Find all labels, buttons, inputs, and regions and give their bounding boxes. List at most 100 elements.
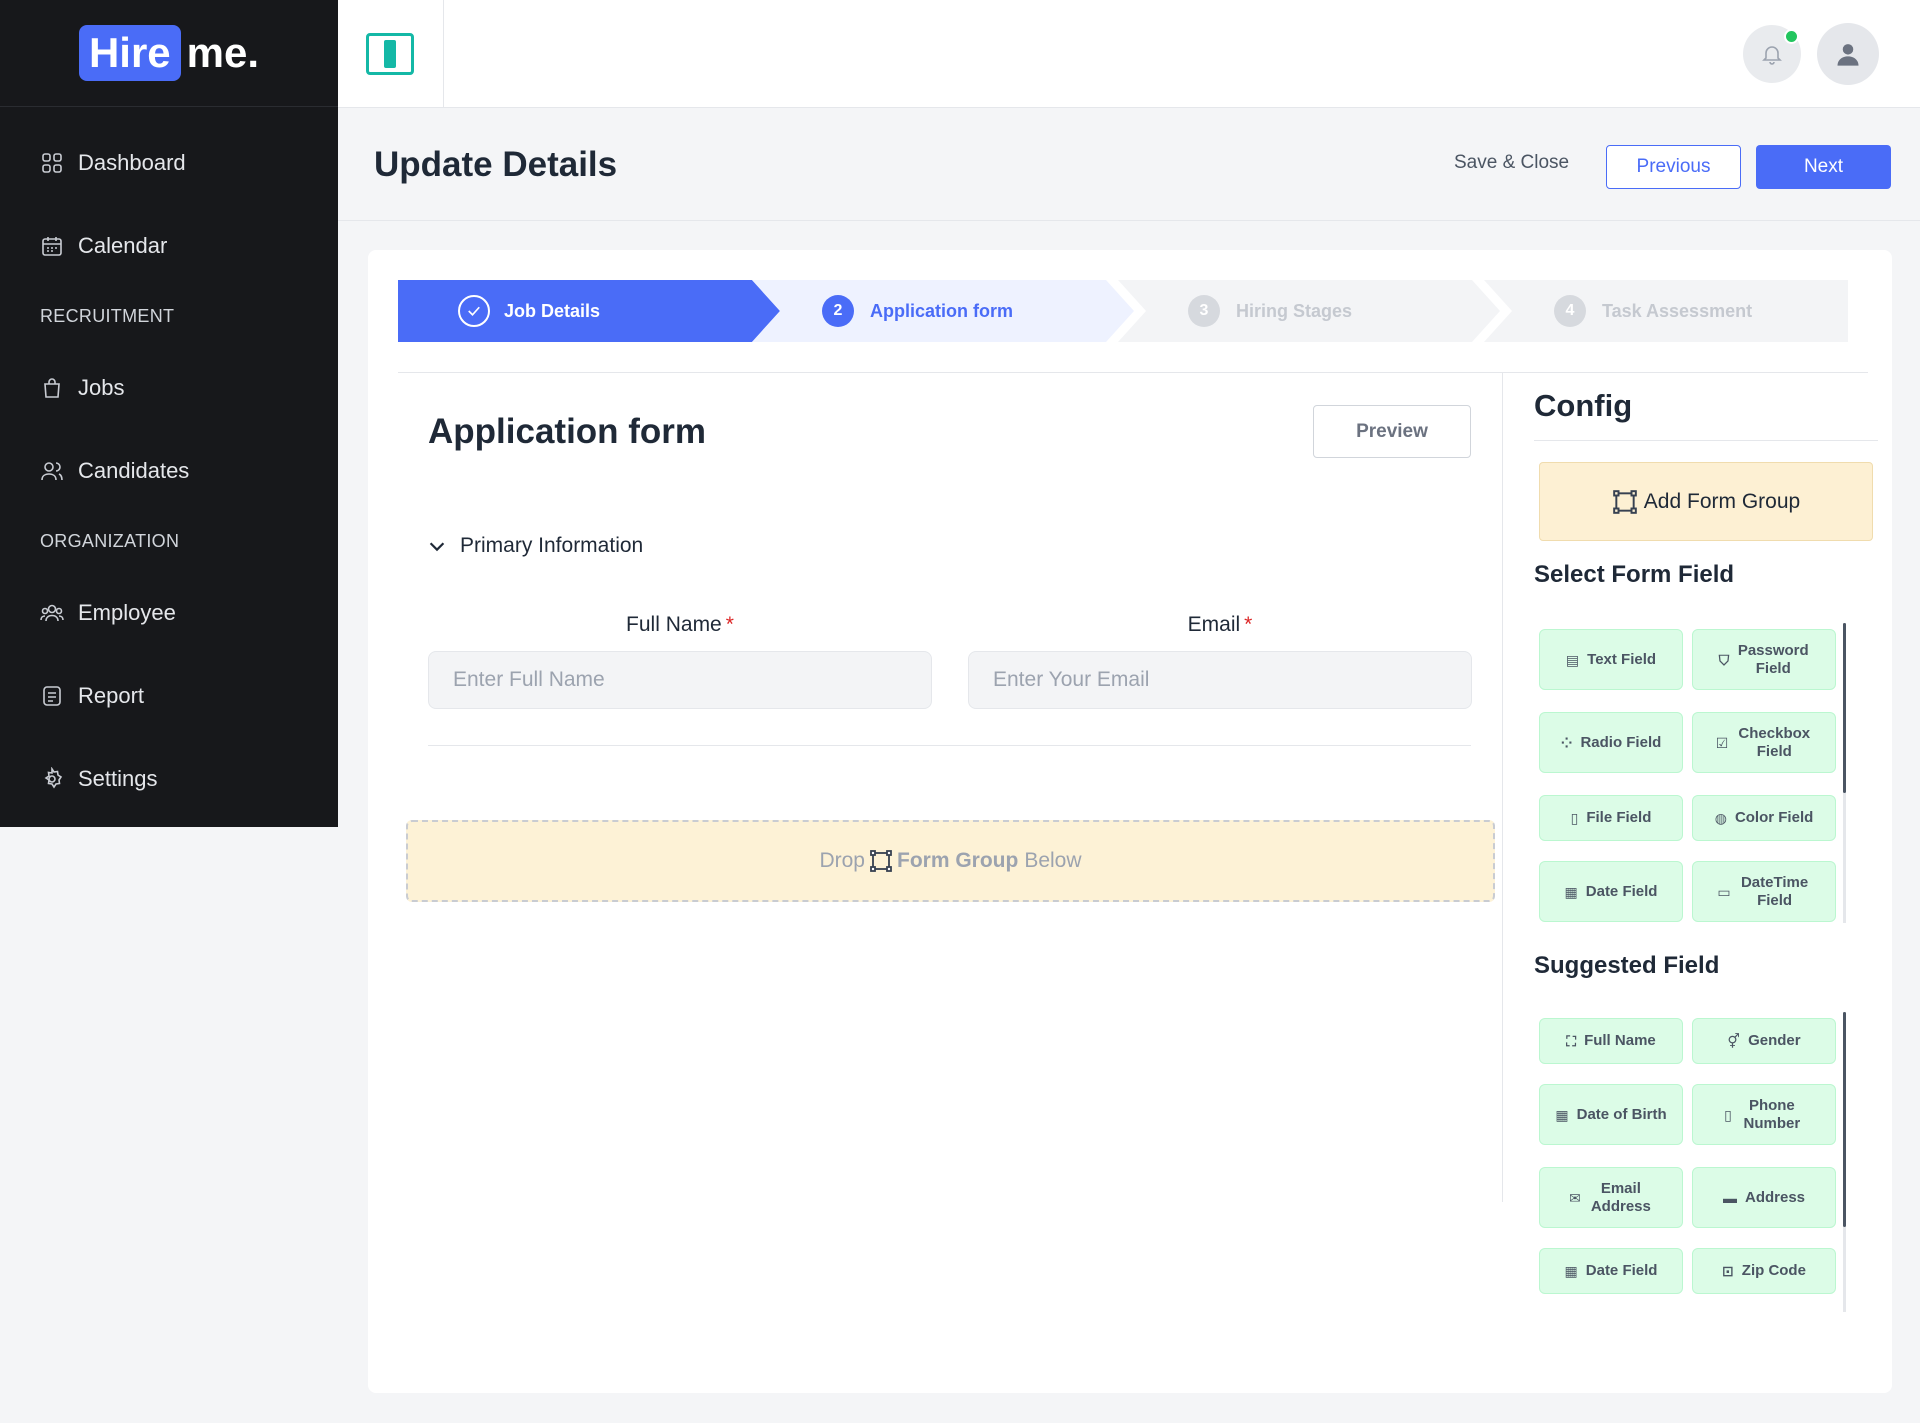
main-card: Job Details 2 Application form 3 Hiring … (368, 250, 1892, 1393)
document-icon (43, 685, 61, 706)
preview-button[interactable]: Preview (1313, 405, 1471, 458)
sidebar-item-employee[interactable]: Employee (0, 571, 338, 654)
sidebar-item-label: Jobs (78, 374, 125, 400)
check-circle-icon (458, 295, 490, 327)
select-form-field-title: Select Form Field (1534, 561, 1735, 588)
add-form-group-button[interactable]: Add Form Group (1539, 462, 1873, 541)
notification-dot (1784, 29, 1799, 44)
suggested-zip-code-chip[interactable]: ⊡ Zip Code (1692, 1248, 1836, 1294)
chevron-down-icon (429, 542, 445, 552)
palette-icon: ◍ (1714, 810, 1727, 826)
stepper-divider (398, 372, 1868, 373)
top-bar (338, 0, 1920, 108)
logo-me: me. (186, 29, 260, 76)
drop-prefix: Drop (819, 849, 865, 872)
checkbox-field-chip[interactable]: ☑ Checkbox Field (1692, 712, 1836, 773)
suggested-phone-number-chip[interactable]: ▯ Phone Number (1692, 1084, 1836, 1145)
radio-field-chip[interactable]: ⁘ Radio Field (1539, 712, 1683, 773)
config-divider (1534, 440, 1878, 441)
group-icon (40, 604, 64, 621)
step-label: Application form (870, 300, 1013, 321)
logo[interactable]: Hire me. (78, 25, 260, 81)
sidebar-item-report[interactable]: Report (0, 654, 338, 737)
step-job-details[interactable]: Job Details (398, 280, 780, 342)
logo-hire: Hire (78, 25, 181, 81)
step-hiring-stages[interactable]: 3 Hiring Stages (1118, 280, 1500, 342)
suggested-date-of-birth-chip[interactable]: ▦ Date of Birth (1539, 1084, 1683, 1145)
form-group-drop-zone[interactable]: Drop Form Group Below (406, 820, 1495, 902)
chip-label: Phone Number (1743, 1096, 1801, 1132)
full-name-input[interactable] (428, 651, 932, 709)
chip-label: DateTime Field (1740, 873, 1809, 909)
field-label-text: Full Name (626, 613, 722, 636)
calendar-icon: ▦ (1564, 1263, 1578, 1279)
form-title: Application form (428, 412, 707, 451)
zip-code-icon: ⊡ (1722, 1263, 1734, 1279)
text-field-chip[interactable]: ▤ Text Field (1539, 629, 1683, 690)
step-label: Hiring Stages (1236, 300, 1353, 321)
required-marker: * (725, 613, 734, 636)
suggested-email-address-chip[interactable]: ✉ Email Address (1539, 1167, 1683, 1228)
page-title: Update Details (374, 145, 618, 184)
bag-icon (44, 377, 60, 398)
required-marker: * (1244, 613, 1253, 636)
drop-suffix: Below (1024, 849, 1082, 872)
date-field-chip[interactable]: ▦ Date Field (1539, 861, 1683, 922)
panel-toggle-icon[interactable] (366, 33, 414, 75)
file-field-chip[interactable]: ▯ File Field (1539, 795, 1683, 841)
save-close-button[interactable]: Save & Close (1454, 152, 1569, 174)
sidebar-item-label: Dashboard (78, 149, 186, 175)
chip-label: Date Field (1585, 1262, 1658, 1279)
suggested-scrollbar[interactable] (1843, 1012, 1846, 1227)
section-toggle[interactable]: Primary Information (426, 534, 643, 558)
calendar-icon: ▦ (1555, 1106, 1569, 1123)
select-scrollbar[interactable] (1843, 623, 1846, 793)
suggested-date-field-chip[interactable]: ▦ Date Field (1539, 1248, 1683, 1294)
text-field-icon: ▤ (1565, 651, 1580, 668)
color-field-chip[interactable]: ◍ Color Field (1692, 795, 1836, 841)
chip-label: File Field (1586, 809, 1652, 826)
suggested-gender-chip[interactable]: ⚥ Gender (1692, 1018, 1836, 1064)
phone-icon: ▯ (1724, 1106, 1732, 1123)
sidebar-item-jobs[interactable]: Jobs (0, 346, 338, 429)
email-input[interactable] (968, 651, 1472, 709)
suggested-full-name-chip[interactable]: ⛶ Full Name (1539, 1018, 1683, 1064)
topbar-divider (443, 0, 444, 108)
chip-label: Full Name (1584, 1032, 1656, 1049)
step-task-assessment[interactable]: 4 Task Assessment (1484, 280, 1848, 342)
step-number: 3 (1188, 295, 1220, 327)
shield-icon: ⛉ (1718, 651, 1730, 668)
sidebar-item-dashboard[interactable]: Dashboard (0, 121, 338, 204)
notification-button[interactable] (1743, 25, 1801, 83)
section-title: Primary Information (460, 534, 644, 557)
chip-label: Radio Field (1580, 733, 1662, 751)
chip-label: Gender (1748, 1032, 1801, 1049)
section-recruitment: RECRUITMENT (40, 306, 175, 326)
logo-area: Hire me. (0, 0, 338, 107)
next-button[interactable]: Next (1756, 145, 1891, 189)
previous-button[interactable]: Previous (1606, 145, 1741, 189)
sidebar-item-settings[interactable]: Settings (0, 737, 338, 820)
sidebar-nav: Dashboard Calendar RECRUITMENT Jobs Cand… (0, 107, 338, 820)
chip-label: Password Field (1737, 641, 1809, 677)
avatar[interactable] (1817, 23, 1879, 85)
datetime-field-chip[interactable]: ▭ DateTime Field (1692, 861, 1836, 922)
sidebar-item-label: Settings (78, 765, 158, 791)
form-divider (428, 745, 1471, 746)
suggested-field-title: Suggested Field (1534, 952, 1720, 979)
checkbox-icon: ☑ (1715, 734, 1729, 751)
calendar-icon (42, 236, 62, 256)
sidebar-item-label: Employee (78, 599, 176, 625)
chip-label: Checkbox Field (1738, 724, 1811, 760)
suggested-address-chip[interactable]: ▬ Address (1692, 1167, 1836, 1228)
sidebar-item-calendar[interactable]: Calendar (0, 204, 338, 287)
chip-label: Zip Code (1741, 1262, 1806, 1279)
add-form-group-label: Add Form Group (1643, 489, 1801, 513)
chip-label: Date of Birth (1576, 1105, 1667, 1123)
password-field-chip[interactable]: ⛉ Password Field (1692, 629, 1836, 690)
step-application-form[interactable]: 2 Application form (752, 280, 1134, 342)
fullscreen-icon: ⛶ (1566, 1033, 1577, 1049)
sidebar-item-candidates[interactable]: Candidates (0, 429, 338, 512)
stepper: Job Details 2 Application form 3 Hiring … (398, 280, 1848, 342)
file-icon: ▯ (1570, 810, 1579, 826)
